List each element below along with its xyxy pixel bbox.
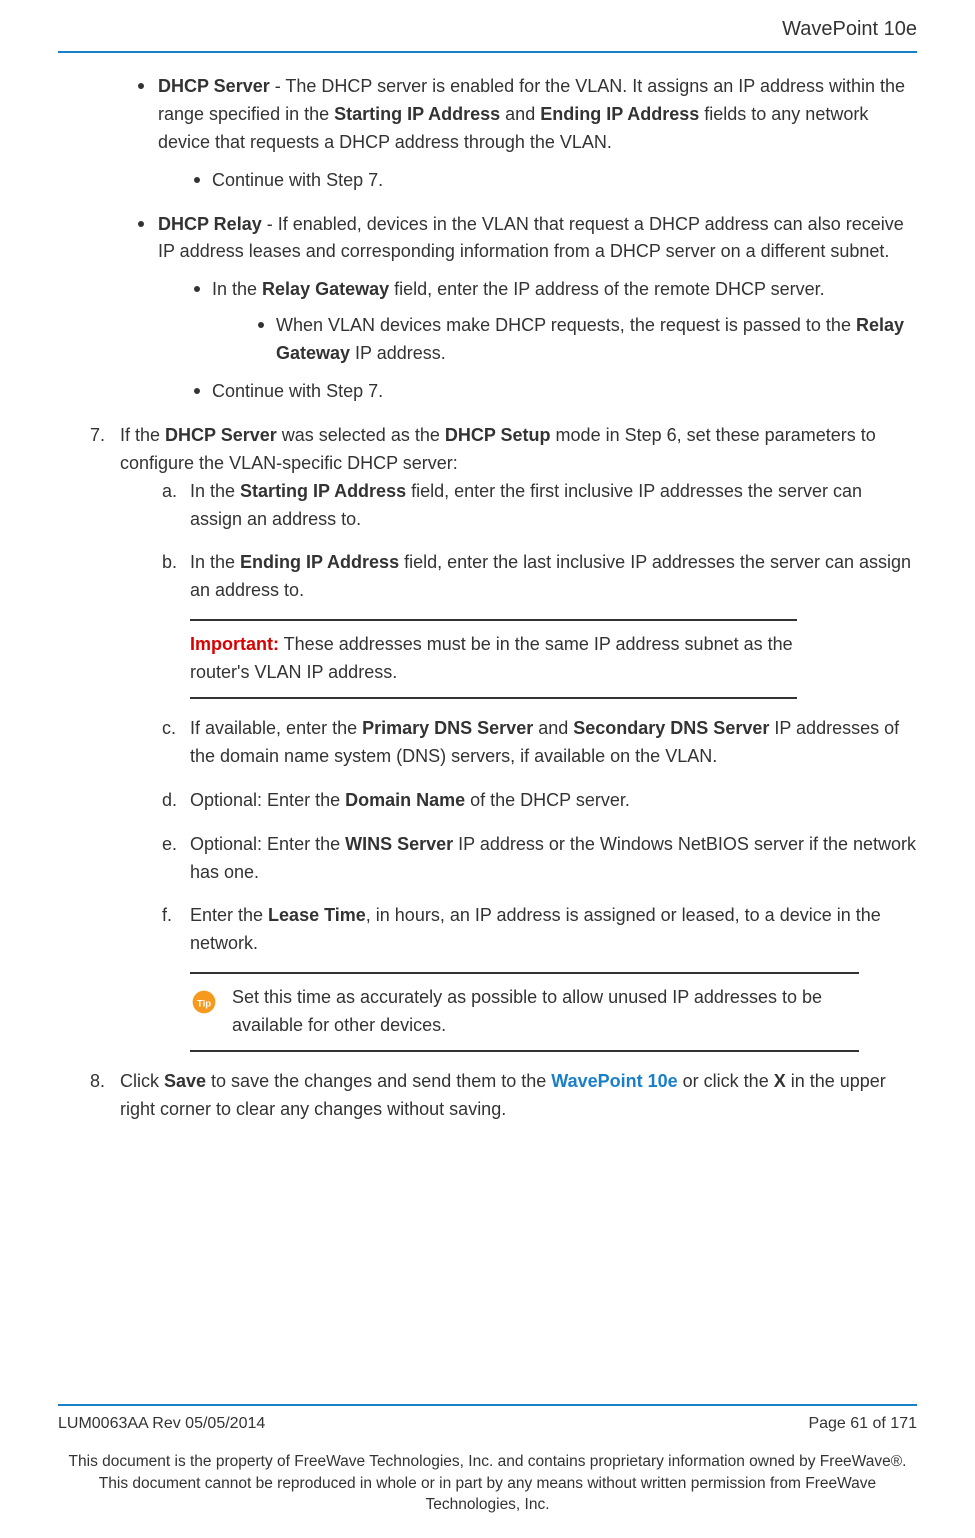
tip-callout: Tip Set this time as accurately as possi… — [190, 972, 859, 1052]
step-7b: b. In the Ending IP Address field, enter… — [162, 549, 917, 699]
ending-ip-bold: Ending IP Address — [540, 104, 699, 124]
body-content: DHCP Server - The DHCP server is enabled… — [58, 73, 917, 1124]
step-8-number: 8. — [90, 1068, 105, 1096]
step-7f: f. Enter the Lease Time, in hours, an IP… — [162, 902, 917, 1052]
step-7: 7. If the DHCP Server was selected as th… — [90, 422, 917, 1052]
important-callout: Important: These addresses must be in th… — [190, 619, 797, 699]
bullet-relay-sub: When VLAN devices make DHCP requests, th… — [258, 312, 917, 368]
footer-page-number: Page 61 of 171 — [808, 1412, 917, 1437]
step-8: 8. Click Save to save the changes and se… — [90, 1068, 917, 1124]
dhcp-server-label: DHCP Server — [158, 76, 270, 96]
starting-ip-bold: Starting IP Address — [334, 104, 500, 124]
text: and — [500, 104, 540, 124]
step-7e: e. Optional: Enter the WINS Server IP ad… — [162, 831, 917, 887]
footer-revision: LUM0063AA Rev 05/05/2014 — [58, 1412, 265, 1437]
wavepoint-link: WavePoint 10e — [551, 1071, 677, 1091]
bullet-continue-step7-b: Continue with Step 7. — [194, 378, 917, 406]
page-header: WavePoint 10e — [58, 14, 917, 53]
step-7-number: 7. — [90, 422, 105, 450]
step-7d: d. Optional: Enter the Domain Name of th… — [162, 787, 917, 815]
footer-copyright: This document is the property of FreeWav… — [58, 1451, 917, 1516]
product-name: WavePoint 10e — [782, 18, 917, 40]
step-7c: c. If available, enter the Primary DNS S… — [162, 715, 917, 771]
bullet-dhcp-server: DHCP Server - The DHCP server is enabled… — [138, 73, 917, 195]
text: - If enabled, devices in the VLAN that r… — [158, 214, 904, 262]
bullet-continue-step7: Continue with Step 7. — [194, 167, 917, 195]
page-footer: LUM0063AA Rev 05/05/2014 Page 61 of 171 … — [58, 1404, 917, 1516]
svg-text:Tip: Tip — [197, 999, 211, 1010]
step-7a: a. In the Starting IP Address field, ent… — [162, 478, 917, 534]
tip-icon: Tip — [190, 988, 218, 1016]
tip-text: Set this time as accurately as possible … — [232, 984, 859, 1040]
important-label: Important: — [190, 634, 279, 654]
important-text: These addresses must be in the same IP a… — [190, 634, 793, 682]
dhcp-relay-label: DHCP Relay — [158, 214, 262, 234]
bullet-relay-gateway: In the Relay Gateway field, enter the IP… — [194, 276, 917, 368]
bullet-dhcp-relay: DHCP Relay - If enabled, devices in the … — [138, 211, 917, 406]
